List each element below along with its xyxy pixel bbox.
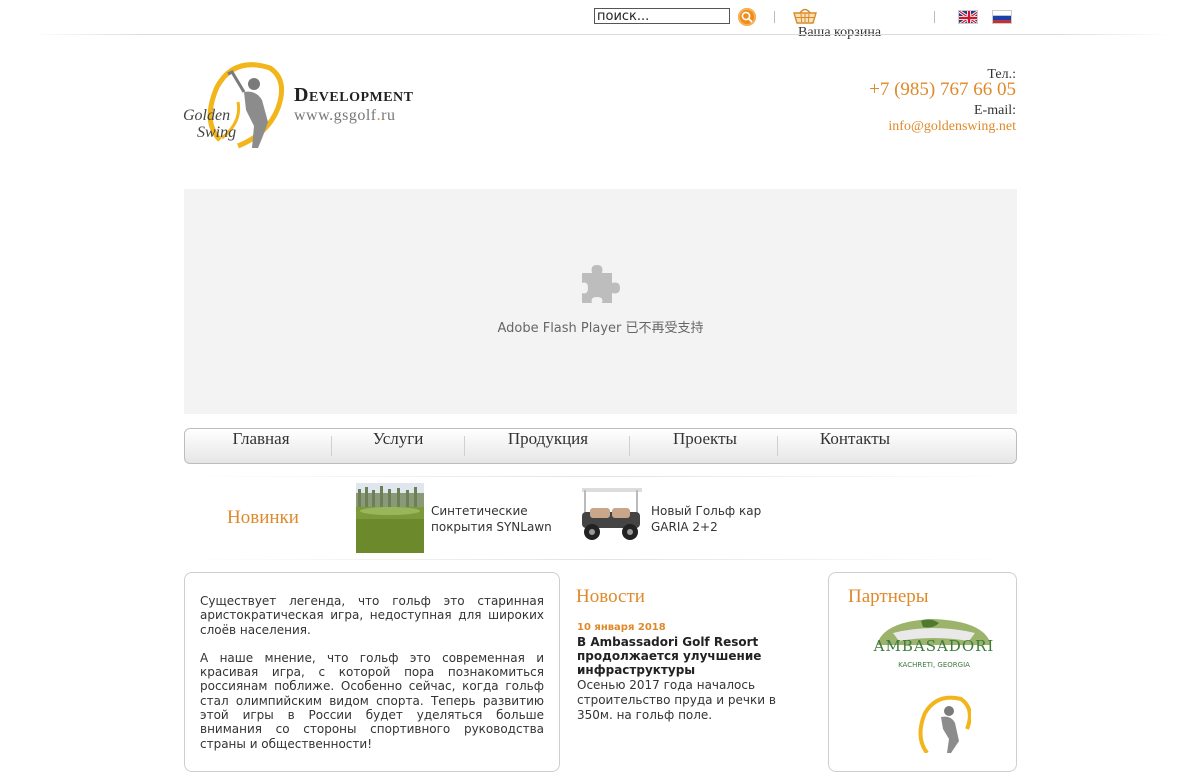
intro-paragraph: А наше мнение, что гольф это современная… — [200, 650, 544, 751]
basket-icon[interactable] — [792, 6, 818, 26]
nav-item-projects[interactable]: Проекты — [639, 429, 771, 463]
search-input[interactable] — [594, 8, 730, 24]
cart-link[interactable]: Ваша корзина — [798, 25, 881, 41]
nav-item-home[interactable]: Главная — [205, 429, 317, 463]
ambassadori-logo[interactable]: AMBASADORI KACHRETI, GEORGIA — [873, 615, 995, 675]
svg-text:AMBASADORI: AMBASADORI — [873, 637, 994, 655]
novelty-golf-cart-link[interactable]: Новый Гольф кар GARIA 2+2 — [651, 503, 761, 535]
news-date: 10 января 2018 — [577, 622, 666, 633]
divider — [184, 476, 1017, 477]
news-body: Осенью 2017 года началось строительство … — [577, 678, 776, 722]
news-title: Новости — [576, 586, 645, 607]
partners-panel: Партнеры AMBASADORI KACHRETI, GEORGIA — [828, 572, 1017, 772]
intro-panel: Существует легенда, что гольф это старин… — [184, 572, 560, 772]
novelty-synlawn-link[interactable]: Синтетические покрытия SYNLawn — [431, 503, 552, 535]
intro-text: Существует легенда, что гольф это старин… — [200, 594, 544, 765]
magnifier-icon — [741, 11, 753, 23]
golf-cart-thumbnail[interactable] — [576, 486, 644, 548]
main-nav: Главная Услуги Продукция Проекты Контакт… — [184, 428, 1017, 464]
nav-divider — [629, 436, 630, 456]
novelties-title: Новинки — [227, 507, 299, 528]
russian-flag-icon[interactable] — [992, 10, 1012, 24]
search-button[interactable] — [738, 8, 756, 26]
nav-item-services[interactable]: Услуги — [345, 429, 451, 463]
partners-title: Партнеры — [848, 586, 929, 607]
nav-divider — [464, 436, 465, 456]
news-headline-link[interactable]: В Ambassadori Golf Resort продолжается у… — [577, 635, 807, 677]
intro-paragraph: Существует легенда, что гольф это старин… — [200, 594, 544, 637]
english-flag-icon[interactable] — [958, 10, 978, 24]
svg-text:KACHRETI, GEORGIA: KACHRETI, GEORGIA — [898, 661, 970, 669]
logo-text-golden: Golden — [183, 107, 231, 124]
nav-divider — [777, 436, 778, 456]
golden-swing-partner-logo[interactable] — [901, 693, 972, 755]
email-link[interactable]: info@goldenswing.net — [888, 119, 1016, 135]
brand-url: www.gsgolf.ru — [294, 107, 396, 124]
synlawn-thumbnail[interactable] — [356, 483, 424, 553]
golden-swing-logo[interactable]: Golden Swing — [182, 62, 287, 152]
divider — [30, 34, 1170, 35]
flash-unsupported-message: Adobe Flash Player 已不再受支持 — [497, 321, 704, 336]
email-label: E-mail: — [974, 103, 1016, 118]
logo-text-swing: Swing — [197, 124, 237, 141]
phone-number: +7 (985) 767 66 05 — [869, 79, 1016, 100]
divider — [934, 11, 935, 23]
nav-item-products[interactable]: Продукция — [475, 429, 621, 463]
plugin-puzzle-icon — [578, 261, 624, 307]
flash-placeholder[interactable]: Adobe Flash Player 已不再受支持 — [184, 189, 1017, 414]
divider — [774, 11, 775, 23]
nav-divider — [331, 436, 332, 456]
nav-item-contacts[interactable]: Контакты — [791, 429, 919, 463]
divider — [184, 559, 1017, 560]
top-bar: Ваша корзина — [0, 0, 1200, 40]
brand-title: Development — [294, 84, 414, 106]
